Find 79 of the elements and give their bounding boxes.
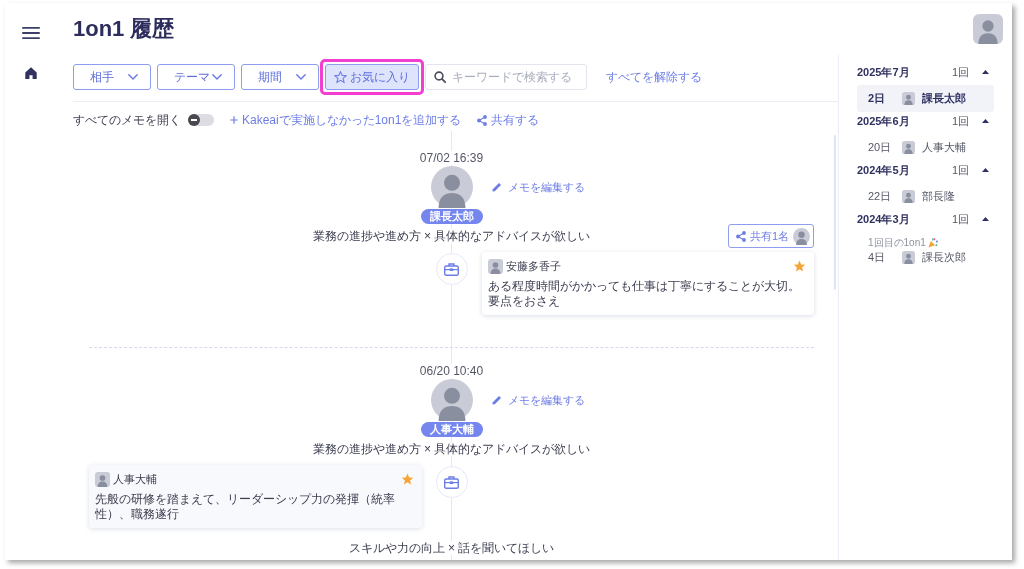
clear-filters-link[interactable]: すべてを解除する xyxy=(606,68,702,86)
month-heading: 2025年6月 xyxy=(857,113,911,129)
pencil-icon xyxy=(491,395,502,405)
history-day-item[interactable]: 20日 人事大輔 xyxy=(857,134,994,161)
person-name: 部長隆 xyxy=(922,189,955,204)
star-outline-icon xyxy=(334,70,347,84)
theme-topic: 業務の進捗や進め方 × 具体的なアドバイスが欲しい xyxy=(310,229,593,243)
person-avatar xyxy=(430,379,473,421)
avatar-icon xyxy=(902,141,915,154)
briefcase-icon xyxy=(435,466,468,498)
memo-toggle[interactable] xyxy=(188,114,214,126)
page-title: 1on1 履歴 xyxy=(73,15,175,43)
session-count: 1回 xyxy=(951,64,969,80)
memo-card[interactable]: 安藤多香子 ある程度時間がかかっても仕事は丁寧にすることが大切。要点をおさえ xyxy=(481,252,814,315)
star-icon[interactable] xyxy=(793,259,806,273)
avatar-icon xyxy=(902,251,915,264)
person-name: 課長次郎 xyxy=(922,250,966,265)
home-icon[interactable] xyxy=(25,67,37,79)
memo-text: 先般の研修を踏まえて、リーダーシップ力の発揮（統率性）、職務遂行 xyxy=(95,492,396,522)
partner-name-tag: 人事大輔 xyxy=(420,422,483,437)
day-label: 2日 xyxy=(868,91,887,106)
person-name: 課長太郎 xyxy=(922,91,966,106)
avatar-icon xyxy=(902,190,915,203)
caret-up-icon[interactable] xyxy=(982,70,989,74)
session-datetime: 07/02 16:39 xyxy=(417,151,486,165)
filter-dropdown[interactable]: 期間 xyxy=(241,64,319,90)
month-heading: 2024年5月 xyxy=(857,162,911,178)
session-datetime: 06/20 10:40 xyxy=(417,364,486,378)
session-count: 1回 xyxy=(951,211,969,227)
share-icon xyxy=(477,114,488,126)
share-link[interactable]: 共有する xyxy=(477,111,540,129)
day-label: 20日 xyxy=(868,140,893,155)
chevron-down-icon xyxy=(296,74,306,80)
month-heading: 2024年3月 xyxy=(857,211,911,227)
share-icon xyxy=(735,230,746,242)
edit-memo-link[interactable]: メモを編集する xyxy=(491,392,585,408)
month-heading: 2025年7月 xyxy=(857,64,911,80)
history-day-item[interactable]: 2日 課長太郎 xyxy=(857,85,994,112)
filter-dropdown[interactable]: 相手 xyxy=(73,64,151,90)
avatar-icon xyxy=(95,471,110,487)
user-avatar-icon[interactable] xyxy=(973,14,1003,44)
edit-memo-link[interactable]: メモを編集する xyxy=(491,179,585,195)
menu-icon[interactable] xyxy=(22,27,40,39)
caret-up-icon[interactable] xyxy=(982,119,989,123)
briefcase-icon xyxy=(435,253,468,285)
memo-author: 人事大輔 xyxy=(113,471,157,487)
memo-author: 安藤多香子 xyxy=(505,258,561,274)
day-label: 4日 xyxy=(868,250,887,265)
history-day-item[interactable]: 1回目の1on1 4日 課長次郎 xyxy=(857,232,994,265)
caret-up-icon[interactable] xyxy=(982,168,989,172)
party-popper-icon xyxy=(927,238,938,248)
share-button[interactable]: 共有1名 xyxy=(727,224,814,248)
pencil-icon xyxy=(491,182,502,192)
chevron-down-icon xyxy=(128,74,138,80)
search-icon xyxy=(434,71,446,83)
filter-dropdown[interactable]: テーマ xyxy=(157,64,235,90)
memo-toggle-label: すべてのメモを開く xyxy=(73,111,181,129)
favorites-filter[interactable]: お気に入り xyxy=(325,64,419,90)
star-icon[interactable] xyxy=(400,472,414,486)
session-count: 1回 xyxy=(951,113,969,129)
theme-topic: 業務の進捗や進め方 × 具体的なアドバイスが欲しい xyxy=(310,442,593,456)
add-1on1-link[interactable]: Kakeaiで実施しなかった1on1を追加する xyxy=(230,111,462,129)
person-name: 人事大輔 xyxy=(922,140,966,155)
history-day-item[interactable]: 22日 部長隆 xyxy=(857,183,994,210)
avatar-icon xyxy=(793,227,810,245)
caret-up-icon[interactable] xyxy=(982,217,989,221)
search-field[interactable]: キーワードで検索する xyxy=(425,64,587,90)
person-avatar xyxy=(430,166,473,208)
memo-card[interactable]: 人事大輔 先般の研修を踏まえて、リーダーシップ力の発揮（統率性）、職務遂行 xyxy=(89,465,422,528)
first-1on1-note: 1回目の1on1 xyxy=(868,236,926,250)
session-count: 1回 xyxy=(951,162,969,178)
chevron-down-icon xyxy=(212,74,222,80)
memo-text: ある程度時間がかかっても仕事は丁寧にすることが大切。要点をおさえ xyxy=(487,279,801,309)
day-label: 22日 xyxy=(868,189,893,204)
avatar-icon xyxy=(487,258,503,274)
partner-name-tag: 課長太郎 xyxy=(420,209,483,224)
scrollbar-thumb[interactable] xyxy=(834,135,836,290)
avatar-icon xyxy=(902,92,915,105)
plus-icon xyxy=(230,116,238,124)
